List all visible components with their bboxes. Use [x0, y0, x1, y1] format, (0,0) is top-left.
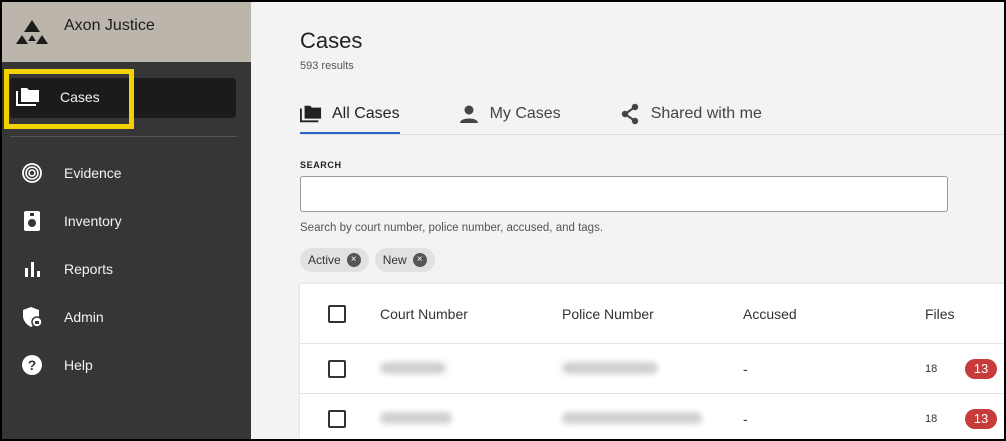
tab-bar: All Cases My Cases Shared with me [300, 94, 820, 135]
tab-all-cases[interactable]: All Cases [300, 94, 400, 135]
police-number-redacted [562, 361, 658, 377]
axon-logo-icon [16, 20, 48, 44]
filter-chip-active[interactable]: Active × [300, 248, 369, 272]
tab-label: My Cases [489, 105, 561, 122]
results-count: 593 results [300, 60, 354, 72]
select-all-checkbox[interactable] [328, 304, 346, 323]
main-content: Cases 593 results All Cases My Cases Sha… [251, 2, 1004, 439]
column-header-accused[interactable]: Accused [743, 306, 797, 322]
chip-label: Active [308, 253, 341, 267]
search-help-text: Search by court number, police number, a… [300, 222, 604, 234]
column-header-court-number[interactable]: Court Number [380, 306, 468, 322]
filter-chips: Active × New × [300, 248, 441, 272]
sidebar-item-inventory[interactable]: Inventory [2, 197, 251, 245]
app-window: Axon Justice Cases Evidence Inventory Re… [0, 0, 1006, 441]
shield-icon [20, 305, 44, 329]
locker-icon [20, 209, 44, 233]
folder-icon [300, 103, 322, 125]
svg-text:?: ? [28, 357, 37, 373]
page-title: Cases [300, 28, 363, 53]
sidebar-item-label: Inventory [64, 213, 122, 229]
brand-header[interactable]: Axon Justice [2, 2, 251, 62]
filter-chip-new[interactable]: New × [374, 248, 435, 272]
court-number-redacted[interactable] [380, 361, 446, 377]
status-badge: 13 [965, 358, 997, 379]
accused-cell: - [743, 360, 748, 377]
tab-shared-with-me[interactable]: Shared with me [619, 94, 762, 134]
bar-chart-icon [20, 257, 44, 281]
app-name: Axon Justice [64, 17, 155, 34]
fingerprint-icon [20, 161, 44, 185]
files-count: 18 [925, 362, 938, 375]
remove-filter-icon[interactable]: × [412, 253, 427, 267]
sidebar-item-cases[interactable]: Cases [2, 62, 251, 136]
remove-filter-icon[interactable]: × [346, 253, 361, 267]
column-header-files[interactable]: Files [925, 306, 955, 322]
folder-icon [16, 85, 40, 109]
table-row[interactable]: - 18 13 [300, 344, 1004, 394]
sidebar-item-label: Evidence [64, 165, 122, 181]
sidebar-item-evidence[interactable]: Evidence [2, 149, 251, 197]
table-header-row: Court Number Police Number Accused Files [300, 284, 1004, 344]
status-badge: 13 [965, 409, 997, 429]
sidebar-item-reports[interactable]: Reports [2, 245, 251, 293]
help-icon: ? [20, 353, 44, 377]
share-icon [619, 103, 641, 125]
tab-label: All Cases [332, 105, 400, 122]
files-count: 18 [925, 413, 938, 425]
search-label: SEARCH [300, 160, 342, 170]
police-number-redacted [562, 411, 702, 427]
tabs-divider [300, 134, 1004, 135]
column-header-police-number[interactable]: Police Number [562, 306, 654, 322]
search-input[interactable] [300, 176, 948, 212]
sidebar-nav: Evidence Inventory Reports Admin ? Help [2, 137, 251, 389]
sidebar-item-label: Help [64, 357, 93, 373]
tab-my-cases[interactable]: My Cases [458, 94, 561, 134]
chip-label: New [382, 253, 407, 267]
sidebar: Axon Justice Cases Evidence Inventory Re… [2, 2, 251, 439]
court-number-redacted[interactable] [380, 411, 452, 427]
person-icon [458, 103, 480, 125]
accused-cell: - [743, 411, 748, 427]
row-checkbox[interactable] [328, 359, 346, 378]
sidebar-item-help[interactable]: ? Help [2, 341, 251, 389]
sidebar-item-label: Admin [64, 309, 104, 325]
sidebar-item-label: Cases [60, 89, 100, 105]
sidebar-item-label: Reports [64, 261, 114, 277]
cases-table: Court Number Police Number Accused Files… [300, 284, 1004, 439]
row-checkbox[interactable] [328, 410, 346, 428]
tab-label: Shared with me [650, 105, 762, 122]
sidebar-item-admin[interactable]: Admin [2, 293, 251, 341]
table-row[interactable]: - 18 13 [300, 394, 1004, 439]
